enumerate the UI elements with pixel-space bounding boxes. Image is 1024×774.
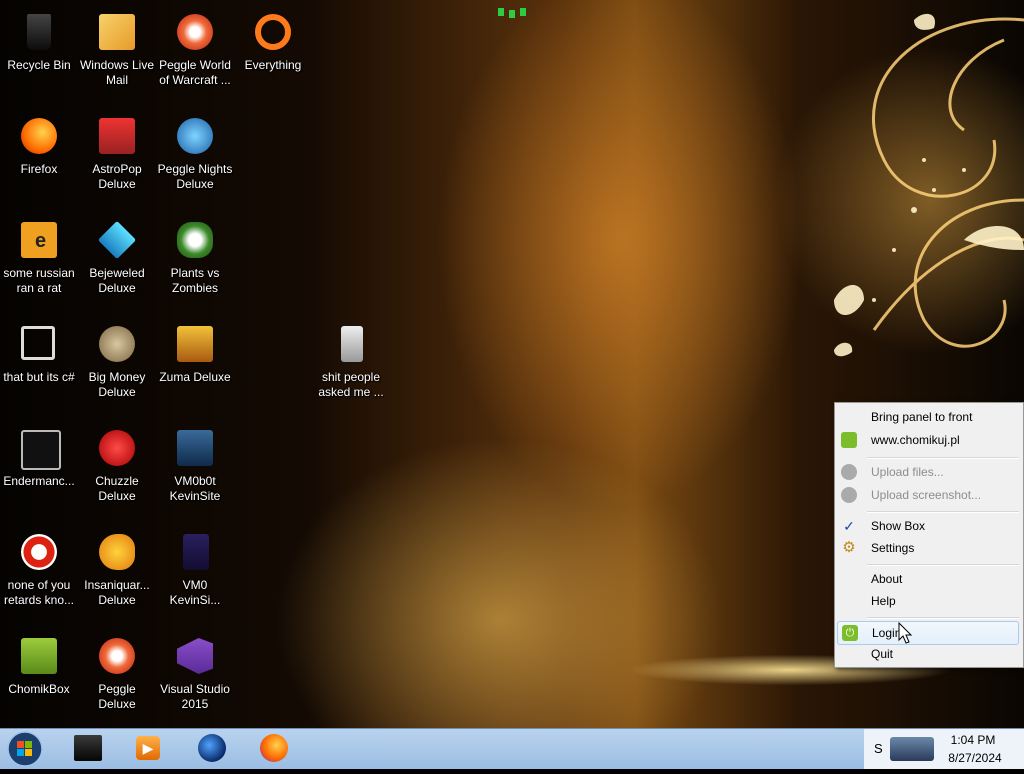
desktop-icon-everything[interactable]: Everything <box>234 4 312 102</box>
visual-studio-icon <box>171 632 219 680</box>
plants-icon <box>171 216 219 264</box>
gear-icon: ⚙ <box>842 539 856 556</box>
desktop-icon-chuzzle-deluxe[interactable]: Chuzzle Deluxe <box>78 420 156 518</box>
tray-letter: S <box>874 741 883 756</box>
desktop-icon-windows-live-mail[interactable]: Windows Live Mail <box>78 4 156 102</box>
taskbar-browser[interactable] <box>190 732 234 766</box>
desktop-icon-none-of-you-retards[interactable]: none of you retards kno... <box>0 524 78 622</box>
desktop-icon-plants-vs-zombies[interactable]: Plants vs Zombies <box>156 212 234 310</box>
desktop-icon-recycle-bin[interactable]: Recycle Bin <box>0 4 78 102</box>
desktop-icon-peggle-nights-deluxe[interactable]: Peggle Nights Deluxe <box>156 108 234 206</box>
console-icon <box>15 424 63 472</box>
wallpaper-swirl <box>834 13 1024 357</box>
menu-item-settings[interactable]: ⚙ Settings <box>837 537 1019 559</box>
firefox-icon <box>15 112 63 160</box>
mouse-cursor <box>898 622 913 644</box>
desktop-icon-firefox[interactable]: Firefox <box>0 108 78 206</box>
fish-icon <box>93 528 141 576</box>
menu-separator <box>867 457 1019 459</box>
search-app-icon <box>249 8 297 56</box>
astropop-icon <box>93 112 141 160</box>
menu-item-upload-files[interactable]: Upload files... <box>837 461 1019 483</box>
menu-separator <box>867 564 1019 566</box>
chuzzle-icon <box>93 424 141 472</box>
firefox-icon <box>260 734 288 762</box>
media-player-icon: ▶ <box>136 736 160 760</box>
menu-item-chomikuj-website[interactable]: www.chomikuj.pl <box>837 429 1019 451</box>
chomikbox-icon <box>15 632 63 680</box>
peggle-icon <box>171 8 219 56</box>
desktop-icon-astropop-deluxe[interactable]: AstroPop Deluxe <box>78 108 156 206</box>
menu-item-show-box[interactable]: ✓ Show Box <box>837 515 1019 537</box>
taskbar-media-player[interactable]: ▶ <box>126 732 170 766</box>
clock-time[interactable]: 1:04 PM <box>948 733 998 747</box>
shortcut-icon <box>15 320 63 368</box>
desktop-icon-visual-studio-2015[interactable]: Visual Studio 2015 <box>156 628 234 726</box>
red-circle-icon <box>15 528 63 576</box>
file-icon <box>171 528 219 576</box>
check-icon: ✓ <box>843 518 855 534</box>
desktop-icon-bejeweled-deluxe[interactable]: Bejeweled Deluxe <box>78 212 156 310</box>
desktop-icon-vm0-kevinsi[interactable]: VM0 KevinSi... <box>156 524 234 622</box>
desktop-icon-that-but-its-csharp[interactable]: that but its c# <box>0 316 78 414</box>
desktop-icon-insaniquarium-deluxe[interactable]: Insaniquar... Deluxe <box>78 524 156 622</box>
taskbar-firefox[interactable] <box>252 732 296 766</box>
menu-item-about[interactable]: About <box>837 568 1019 590</box>
bejeweled-icon <box>93 216 141 264</box>
upload-icon <box>841 487 857 503</box>
desktop-icon-vm0b0t-kevinsite[interactable]: VM0b0t KevinSite <box>156 420 234 518</box>
desktop-icon-some-russian-ran-a-rat[interactable]: e some russian ran a rat <box>0 212 78 310</box>
peggle-deluxe-icon <box>93 632 141 680</box>
desktop-icon-endermanch[interactable]: Endermanc... <box>0 420 78 518</box>
desktop-icon-peggle-world-of-warcraft[interactable]: Peggle World of Warcraft ... <box>156 4 234 102</box>
network-icon[interactable] <box>890 737 934 761</box>
wallpaper-green-dots <box>498 8 526 18</box>
folder-e-icon: e <box>15 216 63 264</box>
peggle-nights-icon <box>171 112 219 160</box>
clock-date[interactable]: 8/27/2024 <box>944 751 1006 765</box>
mail-icon <box>93 8 141 56</box>
chomikbox-tray-menu: Bring panel to front www.chomikuj.pl Upl… <box>834 402 1024 668</box>
recycle-bin-icon <box>15 8 63 56</box>
taskbar: ▶ S <box>0 728 1024 769</box>
desktop-icon-shit-people-asked-me[interactable]: shit people asked me ... <box>312 316 390 414</box>
globe-icon <box>198 734 226 762</box>
big-money-icon <box>93 320 141 368</box>
zuma-icon <box>171 320 219 368</box>
upload-icon <box>841 464 857 480</box>
home-icon <box>841 432 857 448</box>
menu-item-login[interactable]: ⏻ Login <box>837 621 1019 645</box>
menu-item-upload-screenshot[interactable]: Upload screenshot... <box>837 484 1019 506</box>
vm-icon <box>171 424 219 472</box>
desktop-icon-zuma-deluxe[interactable]: Zuma Deluxe <box>156 316 234 414</box>
desktop-icon-chomikbox[interactable]: ChomikBox <box>0 628 78 726</box>
taskbar-terminal[interactable] <box>66 732 110 766</box>
desktop-icon-big-money-deluxe[interactable]: Big Money Deluxe <box>78 316 156 414</box>
windows-logo-icon <box>7 731 43 767</box>
menu-separator <box>867 617 1019 619</box>
terminal-icon <box>74 735 102 761</box>
folder-icon <box>327 320 375 368</box>
menu-item-quit[interactable]: Quit <box>837 643 1019 665</box>
menu-item-bring-panel-to-front[interactable]: Bring panel to front <box>837 406 1019 428</box>
power-icon: ⏻ <box>842 625 858 641</box>
desktop-icon-peggle-deluxe[interactable]: Peggle Deluxe <box>78 628 156 726</box>
start-button[interactable] <box>4 729 46 769</box>
menu-separator <box>867 511 1019 513</box>
menu-item-help[interactable]: Help <box>837 590 1019 612</box>
